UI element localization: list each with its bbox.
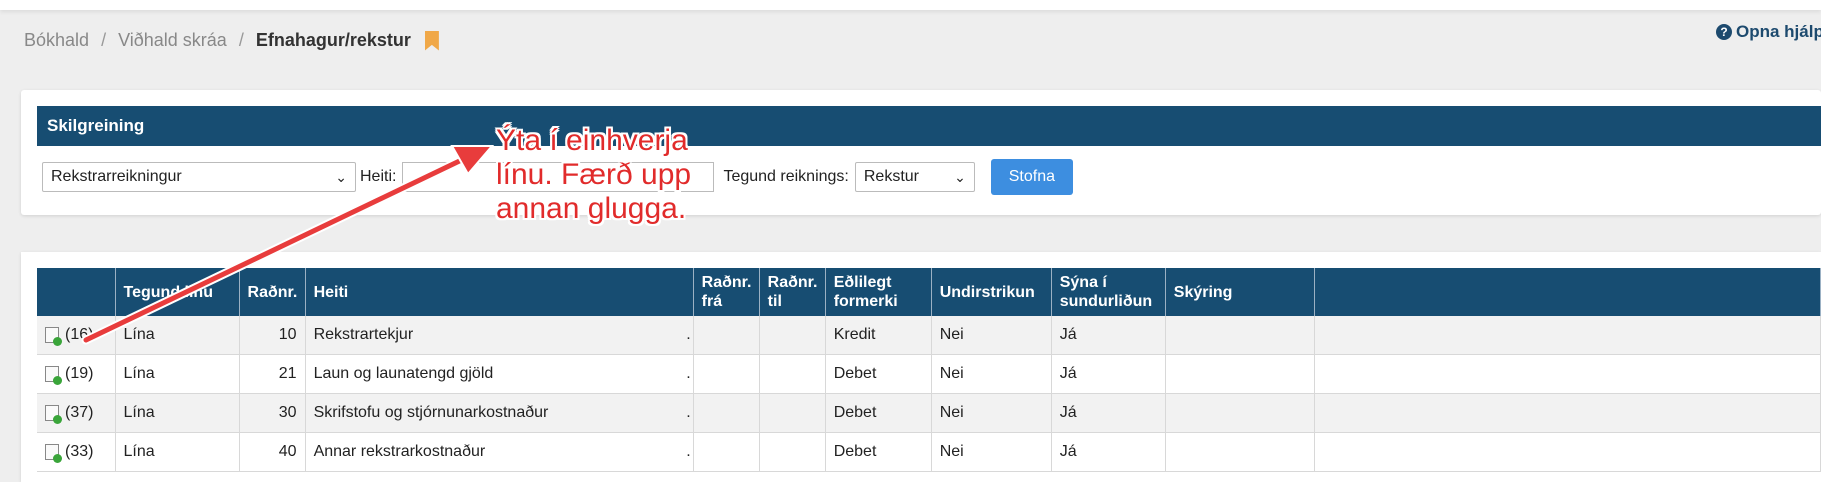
annotation-line: Ýta í einhverja <box>496 124 688 157</box>
annotation-text: Ýta í einhverja línu. Færð upp annan glu… <box>496 124 691 226</box>
annotation-line: línu. Færð upp <box>496 158 692 191</box>
annotation-arrow <box>81 145 495 345</box>
annotation-line: annan glugga. <box>496 192 687 225</box>
